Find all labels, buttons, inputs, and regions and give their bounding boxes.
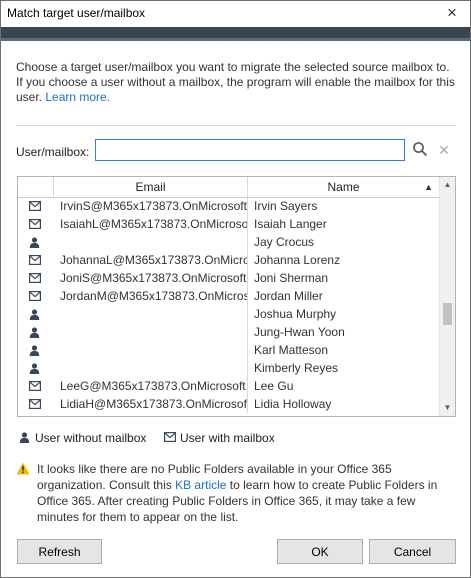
mailbox-icon — [29, 219, 41, 229]
row-mailbox-icon — [18, 395, 54, 413]
row-user-icon — [18, 341, 54, 359]
title-bar: Match target user/mailbox × — [1, 1, 470, 27]
row-name: Irvin Sayers — [254, 199, 318, 213]
table-row[interactable]: Jay Crocus — [18, 233, 439, 251]
row-mailbox-icon — [18, 251, 54, 269]
legend-user-with-mailbox-label: User with mailbox — [180, 431, 275, 445]
user-icon — [29, 309, 40, 320]
mailbox-icon — [29, 273, 41, 283]
row-name: Lee Gu — [254, 379, 294, 393]
table-row[interactable]: LeeG@M365x173873.OnMicrosoft Lee Gu — [18, 377, 439, 395]
column-header-email[interactable]: Email — [54, 177, 248, 197]
mailbox-icon — [29, 255, 41, 265]
table-body: IrvinS@M365x173873.OnMicrosoft Irvin Saye… — [18, 197, 439, 413]
mailbox-icon — [29, 399, 41, 409]
table-row[interactable]: JordanM@M365x173873.OnMicrosoft Jordan Mi… — [18, 287, 439, 305]
legend-user-without-mailbox-label: User without mailbox — [35, 431, 147, 445]
row-email: LidiaH@M365x173873.OnMicrosoft — [54, 395, 248, 413]
row-email — [54, 323, 248, 341]
row-name: Jay Crocus — [254, 235, 315, 249]
refresh-button[interactable]: Refresh — [17, 539, 102, 564]
row-email: IrvinS@M365x173873.OnMicrosoft — [54, 197, 248, 215]
table-header: Email Name ▲ — [18, 177, 439, 198]
column-header-name-label: Name — [327, 180, 360, 194]
table-row[interactable]: JohannaL@M365x173873.OnMicrosoft Johanna … — [18, 251, 439, 269]
table-row[interactable]: Karl Matteson — [18, 341, 439, 359]
row-user-icon — [18, 305, 54, 323]
scroll-down-icon[interactable]: ▼ — [440, 400, 455, 416]
clear-icon[interactable]: ✕ — [436, 141, 452, 161]
user-icon — [29, 345, 40, 356]
table-row[interactable]: Kimberly Reyes — [18, 359, 439, 377]
row-user-icon — [18, 323, 54, 341]
close-icon[interactable]: × — [442, 2, 462, 24]
kb-article-link[interactable]: KB article — [175, 478, 226, 492]
warning-icon — [16, 462, 30, 475]
magnifier-icon — [413, 142, 428, 157]
table-row[interactable]: Joshua Murphy — [18, 305, 439, 323]
row-name: Isaiah Langer — [254, 217, 327, 231]
column-header-type[interactable] — [18, 177, 54, 197]
scroll-up-icon[interactable]: ▲ — [440, 177, 455, 193]
row-email: JohannaL@M365x173873.OnMicrosoft — [54, 251, 248, 269]
ok-button[interactable]: OK — [277, 539, 363, 564]
header-band — [1, 27, 470, 41]
mailbox-icon — [29, 291, 41, 301]
row-mailbox-icon — [18, 287, 54, 305]
window-title: Match target user/mailbox — [7, 6, 146, 20]
row-mailbox-icon — [18, 197, 54, 215]
row-name: Jung-Hwan Yoon — [254, 325, 345, 339]
row-name: Joshua Murphy — [254, 307, 337, 321]
table-row[interactable]: IsaiahL@M365x173873.OnMicrosoc Isaiah Lan… — [18, 215, 439, 233]
user-mailbox-input[interactable] — [95, 139, 405, 161]
search-button[interactable] — [412, 141, 432, 161]
user-icon — [29, 237, 40, 248]
row-email — [54, 359, 248, 377]
row-name: Karl Matteson — [254, 343, 329, 357]
row-email — [54, 341, 248, 359]
row-user-icon — [18, 359, 54, 377]
row-email: JordanM@M365x173873.OnMicrosoft — [54, 287, 248, 305]
row-user-icon — [18, 233, 54, 251]
cancel-button[interactable]: Cancel — [369, 539, 456, 564]
mailbox-icon — [164, 432, 176, 442]
scrollbar-thumb[interactable] — [443, 303, 452, 325]
match-target-dialog: Match target user/mailbox × Choose a tar… — [0, 0, 471, 578]
user-icon — [29, 327, 40, 338]
table-row[interactable]: IrvinS@M365x173873.OnMicrosoft Irvin Saye… — [18, 197, 439, 215]
table-row[interactable]: Jung-Hwan Yoon — [18, 323, 439, 341]
sort-ascending-icon: ▲ — [424, 182, 433, 192]
row-email: LeeG@M365x173873.OnMicrosoft — [54, 377, 248, 395]
table-row[interactable]: LidiaH@M365x173873.OnMicrosoft Lidia Holl… — [18, 395, 439, 413]
row-email: IsaiahL@M365x173873.OnMicrosoc — [54, 215, 248, 233]
header-band-stripe — [1, 38, 470, 41]
row-email: JoniS@M365x173873.OnMicrosoft — [54, 269, 248, 287]
row-name: Lidia Holloway — [254, 397, 332, 411]
mailbox-table: Email Name ▲ IrvinS@M365x173873.OnMicros… — [17, 176, 456, 417]
row-email — [54, 233, 248, 251]
row-mailbox-icon — [18, 269, 54, 287]
table-row[interactable]: JoniS@M365x173873.OnMicrosoft Joni Sherma… — [18, 269, 439, 287]
learn-more-link[interactable]: Learn more. — [45, 90, 110, 104]
user-mailbox-label: User/mailbox: — [16, 145, 90, 159]
row-name: Kimberly Reyes — [254, 361, 339, 375]
column-header-name[interactable]: Name ▲ — [248, 177, 439, 197]
row-mailbox-icon — [18, 215, 54, 233]
vertical-scrollbar[interactable]: ▲ ▼ — [439, 177, 455, 416]
mailbox-icon — [29, 381, 41, 391]
user-icon — [19, 432, 30, 443]
row-name: Joni Sherman — [254, 271, 329, 285]
row-mailbox-icon — [18, 377, 54, 395]
mailbox-icon — [29, 201, 41, 211]
intro-text: Choose a target user/mailbox you want to… — [16, 60, 456, 105]
row-email — [54, 305, 248, 323]
warning-text: It looks like there are no Public Folder… — [37, 461, 457, 525]
user-icon — [29, 363, 40, 374]
row-name: Johanna Lorenz — [254, 253, 341, 267]
row-name: Jordan Miller — [254, 289, 323, 303]
divider — [16, 125, 456, 126]
